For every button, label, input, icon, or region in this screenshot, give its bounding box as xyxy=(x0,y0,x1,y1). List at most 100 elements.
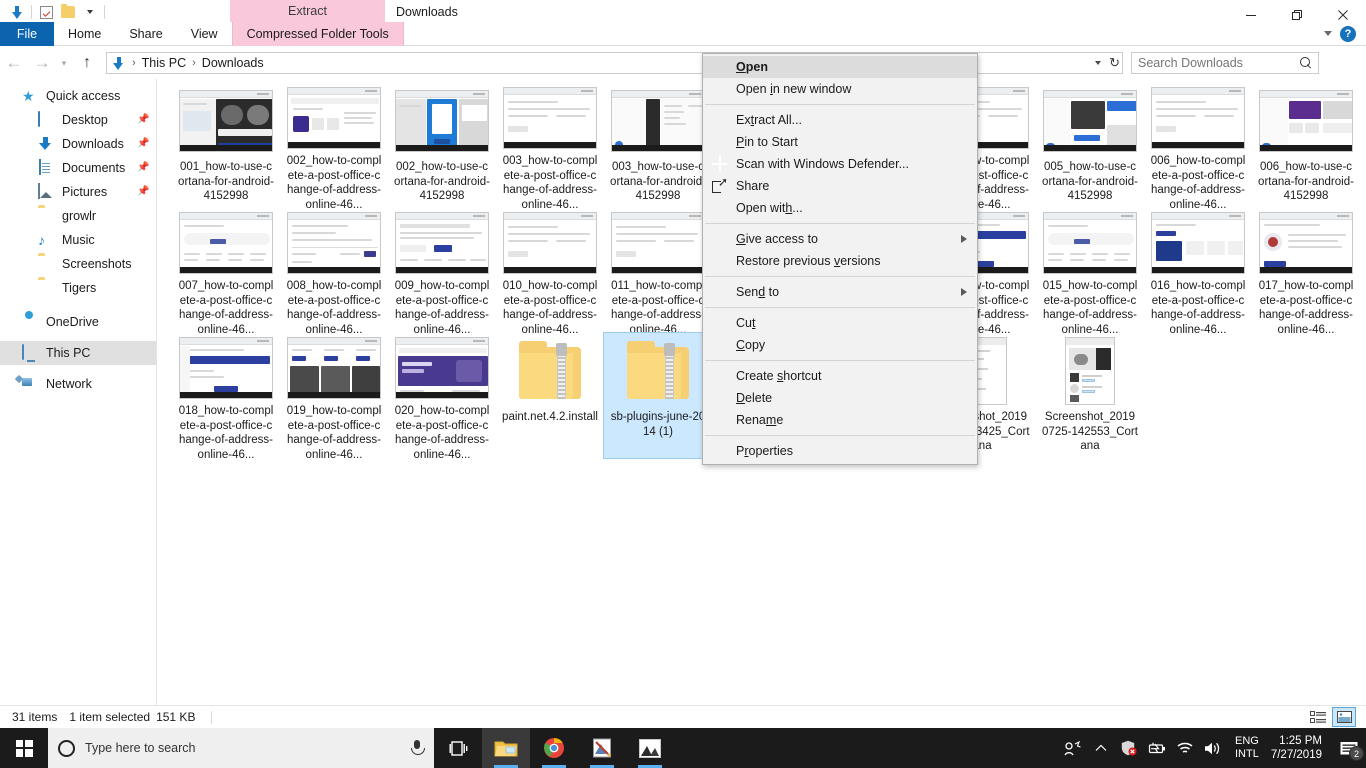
file-name-label: Screenshot_20190725-142553_Cortana xyxy=(1042,411,1138,452)
file-item[interactable]: paint.net.4.2.install xyxy=(496,333,604,458)
context-menu-item-open-with[interactable]: Open with... xyxy=(703,197,977,219)
file-item[interactable]: sb-plugins-june-2014 (1) xyxy=(603,332,713,459)
file-item[interactable]: 010_how-to-complete-a-post-office-change… xyxy=(496,208,604,333)
file-item[interactable]: 002_how-to-complete-a-post-office-change… xyxy=(280,83,388,208)
action-center-button[interactable]: 2 xyxy=(1332,728,1366,768)
context-menu-item-open[interactable]: Open xyxy=(703,56,977,78)
qat-downloads-button[interactable] xyxy=(6,1,28,23)
sidebar-item-this-pc[interactable]: This PC xyxy=(0,341,156,365)
file-item[interactable]: 020_how-to-complete-a-post-office-change… xyxy=(388,333,496,458)
forward-button[interactable]: → xyxy=(28,48,56,78)
sidebar-item-quick-access[interactable]: ★ Quick access xyxy=(0,84,156,108)
sidebar-item-network[interactable]: Network xyxy=(0,372,156,396)
context-menu[interactable]: Open Open in new window Extract All... Pin … xyxy=(702,53,978,465)
large-icons-view-button[interactable] xyxy=(1332,707,1356,727)
microphone-icon[interactable] xyxy=(410,739,425,757)
volume-icon[interactable] xyxy=(1199,728,1227,768)
file-item[interactable]: 015_how-to-complete-a-post-office-change… xyxy=(1036,208,1144,333)
people-icon[interactable] xyxy=(1059,728,1087,768)
back-button[interactable]: ← xyxy=(0,48,28,78)
taskbar-search-input[interactable]: Type here to search xyxy=(85,741,195,755)
security-alert-icon[interactable] xyxy=(1115,728,1143,768)
context-menu-item-properties[interactable]: Properties xyxy=(703,440,977,462)
tab-home[interactable]: Home xyxy=(54,22,115,46)
task-view-button[interactable] xyxy=(434,728,482,768)
file-item[interactable]: 005_how-to-use-cortana-for-android-41529… xyxy=(1036,83,1144,208)
taskbar-app-file-explorer[interactable] xyxy=(482,728,530,768)
file-item[interactable]: 006_how-to-complete-a-post-office-change… xyxy=(1144,83,1252,208)
file-name-label: 001_how-to-use-cortana-for-android-41529… xyxy=(178,161,274,202)
context-menu-item-copy[interactable]: Copy xyxy=(703,334,977,356)
up-button[interactable]: ↑ xyxy=(72,48,102,78)
file-item[interactable]: 003_how-to-complete-a-post-office-change… xyxy=(496,83,604,208)
file-item[interactable]: 016_how-to-complete-a-post-office-change… xyxy=(1144,208,1252,333)
context-menu-item-scan-with-windows-defender[interactable]: Scan with Windows Defender... xyxy=(703,153,977,175)
taskbar-search[interactable]: Type here to search xyxy=(48,728,434,768)
tab-file[interactable]: File xyxy=(0,22,54,46)
file-item[interactable]: 017_how-to-complete-a-post-office-change… xyxy=(1252,208,1360,333)
file-item[interactable]: 001_how-to-use-cortana-for-android-41529… xyxy=(172,83,280,208)
file-item[interactable]: 019_how-to-complete-a-post-office-change… xyxy=(280,333,388,458)
help-icon[interactable]: ? xyxy=(1340,25,1356,42)
file-item[interactable]: 018_how-to-complete-a-post-office-change… xyxy=(172,333,280,458)
context-menu-item-share[interactable]: Share xyxy=(703,175,977,197)
taskbar-app-chrome[interactable] xyxy=(530,728,578,768)
sidebar-item-desktop[interactable]: Desktop 📌 xyxy=(0,108,156,132)
file-thumbnail-image xyxy=(1259,212,1353,275)
chevron-up-icon[interactable] xyxy=(1087,728,1115,768)
sidebar-item-music[interactable]: ♪ Music xyxy=(0,228,156,252)
sidebar-item-pictures[interactable]: Pictures 📌 xyxy=(0,180,156,204)
tab-share[interactable]: Share xyxy=(115,22,176,46)
context-menu-item-label: Scan with Windows Defender... xyxy=(736,157,909,171)
context-menu-item-create-shortcut[interactable]: Create shortcut xyxy=(703,365,977,387)
language-indicator[interactable]: ENG INTL xyxy=(1227,735,1267,761)
context-menu-item-extract-all[interactable]: Extract All... xyxy=(703,109,977,131)
search-input[interactable]: Search Downloads xyxy=(1138,56,1300,70)
tab-view[interactable]: View xyxy=(177,22,232,46)
sidebar-item-documents[interactable]: Documents 📌 xyxy=(0,156,156,180)
file-item[interactable]: 006_how-to-use-cortana-for-android-41529… xyxy=(1252,83,1360,208)
file-item[interactable]: 007_how-to-complete-a-post-office-change… xyxy=(172,208,280,333)
wifi-icon[interactable] xyxy=(1171,728,1199,768)
qat-properties-button[interactable] xyxy=(35,1,57,23)
qat-customize-button[interactable] xyxy=(79,1,101,23)
sidebar-item-screenshots[interactable]: Screenshots xyxy=(0,252,156,276)
start-button[interactable] xyxy=(0,728,48,768)
file-item[interactable]: Screenshot_20190725-142553_Cortana xyxy=(1036,333,1144,458)
details-view-button[interactable] xyxy=(1306,707,1330,727)
context-menu-item-delete[interactable]: Delete xyxy=(703,387,977,409)
qat-separator-2 xyxy=(104,5,105,19)
context-menu-item-cut[interactable]: Cut xyxy=(703,312,977,334)
context-menu-item-send-to[interactable]: Send to xyxy=(703,281,977,303)
context-menu-item-restore-previous-versions[interactable]: Restore previous versions xyxy=(703,250,977,272)
recent-locations-button[interactable]: ▾ xyxy=(56,48,72,78)
file-item[interactable]: 011_how-to-complete-a-post-office-change… xyxy=(604,208,712,333)
file-item[interactable]: 002_how-to-use-cortana-for-android-41529… xyxy=(388,83,496,208)
context-menu-item-open-in-new-window[interactable]: Open in new window xyxy=(703,78,977,100)
chevron-down-icon[interactable] xyxy=(1324,31,1332,36)
qat-new-folder-button[interactable] xyxy=(57,1,79,23)
context-menu-item-give-access-to[interactable]: Give access to xyxy=(703,228,977,250)
breadcrumb-this-pc[interactable]: This PC xyxy=(140,56,188,70)
breadcrumb-downloads[interactable]: Downloads xyxy=(200,56,266,70)
pin-icon: 📌 xyxy=(137,162,150,173)
breadcrumb-separator-1[interactable]: › xyxy=(188,57,200,69)
sidebar-item-growlr[interactable]: growlr xyxy=(0,204,156,228)
refresh-icon[interactable]: ↻ xyxy=(1109,55,1120,71)
properties-checkbox-icon xyxy=(39,5,53,19)
file-item[interactable]: 008_how-to-complete-a-post-office-change… xyxy=(280,208,388,333)
taskbar-app-paint-net[interactable] xyxy=(578,728,626,768)
context-menu-item-pin-to-start[interactable]: Pin to Start xyxy=(703,131,977,153)
search-box[interactable]: Search Downloads xyxy=(1131,52,1319,74)
file-item[interactable]: 003_how-to-use-cortana-for-android-41529… xyxy=(604,83,712,208)
clock[interactable]: 1:25 PM 7/27/2019 xyxy=(1267,734,1332,762)
sidebar-item-tigers[interactable]: Tigers xyxy=(0,276,156,300)
context-menu-item-rename[interactable]: Rename xyxy=(703,409,977,431)
sidebar-item-downloads[interactable]: Downloads 📌 xyxy=(0,132,156,156)
sidebar-item-onedrive[interactable]: OneDrive xyxy=(0,310,156,334)
chevron-down-icon[interactable] xyxy=(1095,61,1102,65)
taskbar-app-photos[interactable] xyxy=(626,728,674,768)
tab-compressed-folder-tools[interactable]: Compressed Folder Tools xyxy=(231,22,404,46)
file-item[interactable]: 009_how-to-complete-a-post-office-change… xyxy=(388,208,496,333)
battery-icon[interactable] xyxy=(1143,728,1171,768)
